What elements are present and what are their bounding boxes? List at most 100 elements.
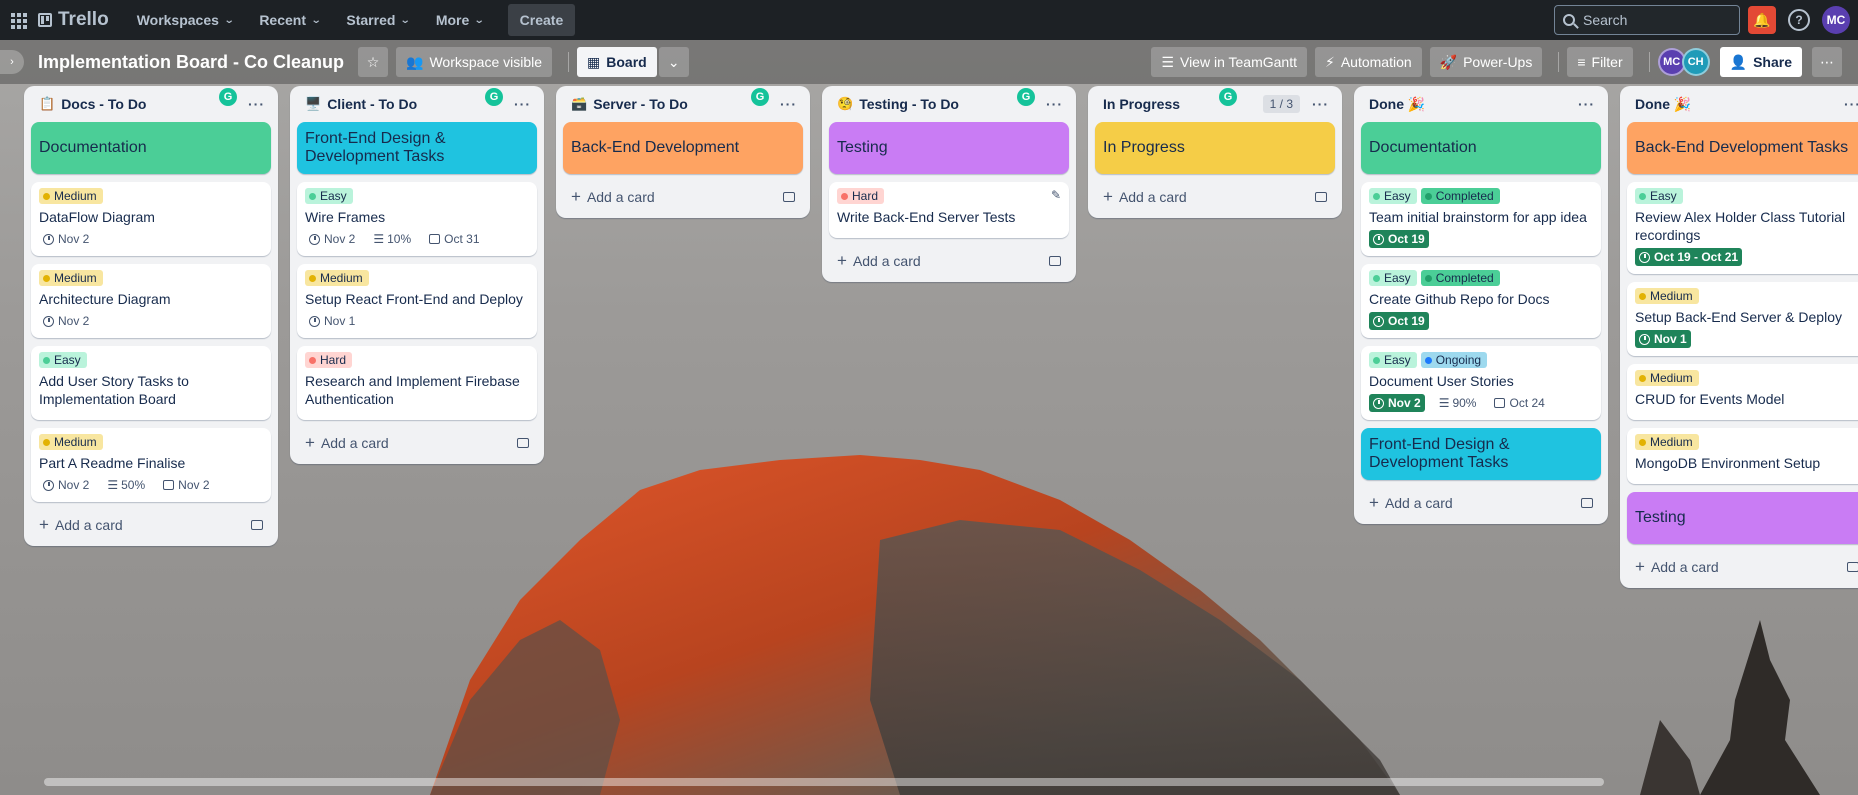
star-board-button[interactable]: ☆ (358, 47, 389, 77)
list-header[interactable]: 🗃️ Server - To Do G ··· (563, 86, 803, 122)
card-label[interactable]: Easy (1369, 188, 1417, 204)
card[interactable]: Easy Completed Team initial brainstorm for… (1361, 182, 1601, 256)
list-header[interactable]: Done 🎉 ··· (1627, 86, 1858, 122)
card[interactable]: Easy Ongoing Document User Stories Nov 2 ☰ 90… (1361, 346, 1601, 420)
card-label[interactable]: Easy (1369, 352, 1417, 368)
card-badges: Oct 19 (1369, 312, 1593, 330)
trello-logo[interactable]: Trello (38, 9, 109, 31)
cover-card[interactable]: Front-End Design & Development Tasks (297, 122, 537, 174)
card-label[interactable]: Medium (305, 270, 369, 286)
menu-workspaces[interactable]: Workspaces ⌄ (127, 4, 244, 36)
due-date-complete-badge: Oct 19 (1369, 230, 1429, 248)
list-header[interactable]: In Progress G 1 / 3 ··· (1095, 86, 1335, 122)
card[interactable]: Medium DataFlow Diagram Nov 2 (31, 182, 271, 256)
visibility-button[interactable]: 👥 Workspace visible (396, 47, 553, 77)
plus-icon: + (1369, 493, 1379, 512)
help-icon[interactable]: ? (1788, 9, 1810, 31)
list-header[interactable]: 🖥️ Client - To Do G ··· (297, 86, 537, 122)
card[interactable]: Hard Research and Implement Firebase Auth… (297, 346, 537, 420)
list-menu-icon[interactable]: ··· (514, 96, 531, 112)
card[interactable]: ✎ Hard Write Back-End Server Tests (829, 182, 1069, 238)
card-label[interactable]: Medium (39, 270, 103, 286)
search-input[interactable]: Search (1554, 5, 1740, 35)
board-view-button[interactable]: ▦ Board (577, 47, 657, 77)
list-menu-icon[interactable]: ··· (1312, 96, 1329, 112)
list-menu-icon[interactable]: ··· (1844, 96, 1858, 112)
card-label[interactable]: Medium (1635, 434, 1699, 450)
card-label[interactable]: Medium (39, 434, 103, 450)
add-card-button[interactable]: + Add a card (829, 246, 1069, 276)
filter-button[interactable]: ≡ Filter (1567, 47, 1633, 77)
horizontal-scrollbar[interactable] (44, 778, 1604, 786)
list-menu-icon[interactable]: ··· (780, 96, 797, 112)
card-label[interactable]: Completed (1420, 270, 1500, 286)
card-template-icon[interactable] (251, 520, 263, 530)
list-header[interactable]: Done 🎉 ··· (1361, 86, 1601, 122)
card[interactable]: Medium Setup React Front-End and Deploy No… (297, 264, 537, 338)
card-label[interactable]: Medium (1635, 370, 1699, 386)
card-label[interactable]: Hard (837, 188, 885, 204)
add-card-button[interactable]: + Add a card (1095, 182, 1335, 212)
user-avatar[interactable]: MC (1822, 6, 1850, 34)
sidebar-expand-icon[interactable]: › (0, 50, 24, 74)
cover-card[interactable]: Testing (829, 122, 1069, 174)
card-template-icon[interactable] (517, 438, 529, 448)
add-card-button[interactable]: + Add a card (1361, 488, 1601, 518)
card-badges: Nov 2 ☰ 50% Nov 2 (39, 476, 263, 494)
list-header[interactable]: 🧐 Testing - To Do G ··· (829, 86, 1069, 122)
card[interactable]: Medium MongoDB Environment Setup (1627, 428, 1858, 484)
cover-card[interactable]: Back-End Development Tasks (1627, 122, 1858, 174)
card[interactable]: Medium Setup Back-End Server & Deploy Nov … (1627, 282, 1858, 356)
member-avatar[interactable]: CH (1681, 48, 1710, 76)
notifications-button[interactable]: 🔔 (1748, 6, 1776, 34)
card[interactable]: Easy Add User Story Tasks to Implementati… (31, 346, 271, 420)
card-template-icon[interactable] (1315, 192, 1327, 202)
powerups-button[interactable]: 🚀 Power-Ups (1429, 47, 1543, 77)
list-menu-icon[interactable]: ··· (1046, 96, 1063, 112)
card[interactable]: Medium CRUD for Events Model (1627, 364, 1858, 420)
app-switcher-icon[interactable] (8, 10, 28, 30)
add-card-button[interactable]: + Add a card (1627, 552, 1858, 582)
card-template-icon[interactable] (783, 192, 795, 202)
card-label[interactable]: Easy (1635, 188, 1683, 204)
card-label[interactable]: Hard (305, 352, 353, 368)
cover-card[interactable]: Testing (1627, 492, 1858, 544)
menu-starred[interactable]: Starred ⌄ (336, 4, 419, 36)
card[interactable]: Easy Review Alex Holder Class Tutorial re… (1627, 182, 1858, 274)
card-label[interactable]: Ongoing (1420, 352, 1488, 368)
add-card-button[interactable]: + Add a card (563, 182, 803, 212)
cover-card[interactable]: Front-End Design & Development Tasks (1361, 428, 1601, 480)
board-menu-button[interactable]: ⋯ (1812, 47, 1842, 77)
edit-icon[interactable]: ✎ (1051, 188, 1061, 202)
card-label[interactable]: Easy (305, 188, 353, 204)
teamgantt-button[interactable]: ☰ View in TeamGantt (1151, 47, 1307, 77)
view-switcher-button[interactable]: ⌄ (658, 47, 689, 77)
add-card-button[interactable]: + Add a card (31, 510, 271, 540)
card[interactable]: Easy Completed Create Github Repo for Docs… (1361, 264, 1601, 338)
card-label[interactable]: Completed (1420, 188, 1500, 204)
create-button[interactable]: Create (507, 4, 576, 36)
board-title[interactable]: Implementation Board - Co Cleanup (38, 52, 344, 73)
list-menu-icon[interactable]: ··· (1578, 96, 1595, 112)
card-label[interactable]: Easy (39, 352, 87, 368)
card-template-icon[interactable] (1581, 498, 1593, 508)
list-header[interactable]: 📋 Docs - To Do G ··· (31, 86, 271, 122)
cover-card[interactable]: Documentation (1361, 122, 1601, 174)
card-label[interactable]: Easy (1369, 270, 1417, 286)
cover-card[interactable]: Documentation (31, 122, 271, 174)
menu-more[interactable]: More ⌄ (426, 4, 494, 36)
card[interactable]: Medium Part A Readme Finalise Nov 2 ☰ 50% Nov… (31, 428, 271, 502)
list-menu-icon[interactable]: ··· (248, 96, 265, 112)
menu-recent[interactable]: Recent ⌄ (249, 4, 330, 36)
card-template-icon[interactable] (1049, 256, 1061, 266)
card[interactable]: Medium Architecture Diagram Nov 2 (31, 264, 271, 338)
cover-card[interactable]: Back-End Development (563, 122, 803, 174)
share-button[interactable]: 👤 Share (1719, 47, 1802, 77)
automation-button[interactable]: ⚡ Automation (1314, 47, 1422, 77)
card-label[interactable]: Medium (39, 188, 103, 204)
add-card-button[interactable]: + Add a card (297, 428, 537, 458)
card-label[interactable]: Medium (1635, 288, 1699, 304)
card-template-icon[interactable] (1847, 562, 1858, 572)
cover-card[interactable]: In Progress (1095, 122, 1335, 174)
card[interactable]: Easy Wire Frames Nov 2 ☰ 10% Oct 31 (297, 182, 537, 256)
